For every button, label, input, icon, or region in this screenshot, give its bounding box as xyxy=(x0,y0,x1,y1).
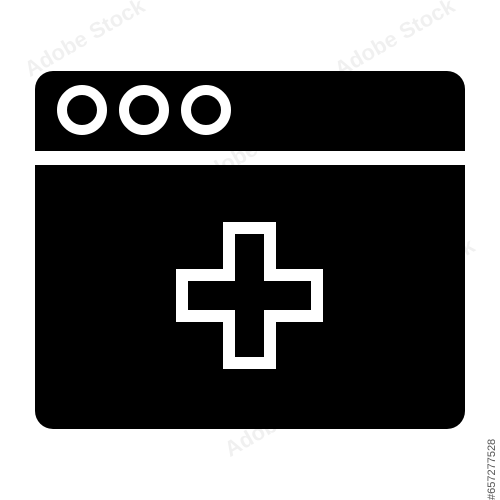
title-bar-divider xyxy=(35,151,465,165)
browser-window-medical-icon xyxy=(35,71,465,429)
icon-canvas: Adobe Stock Adobe Stock Adobe Stock Adob… xyxy=(0,0,500,500)
